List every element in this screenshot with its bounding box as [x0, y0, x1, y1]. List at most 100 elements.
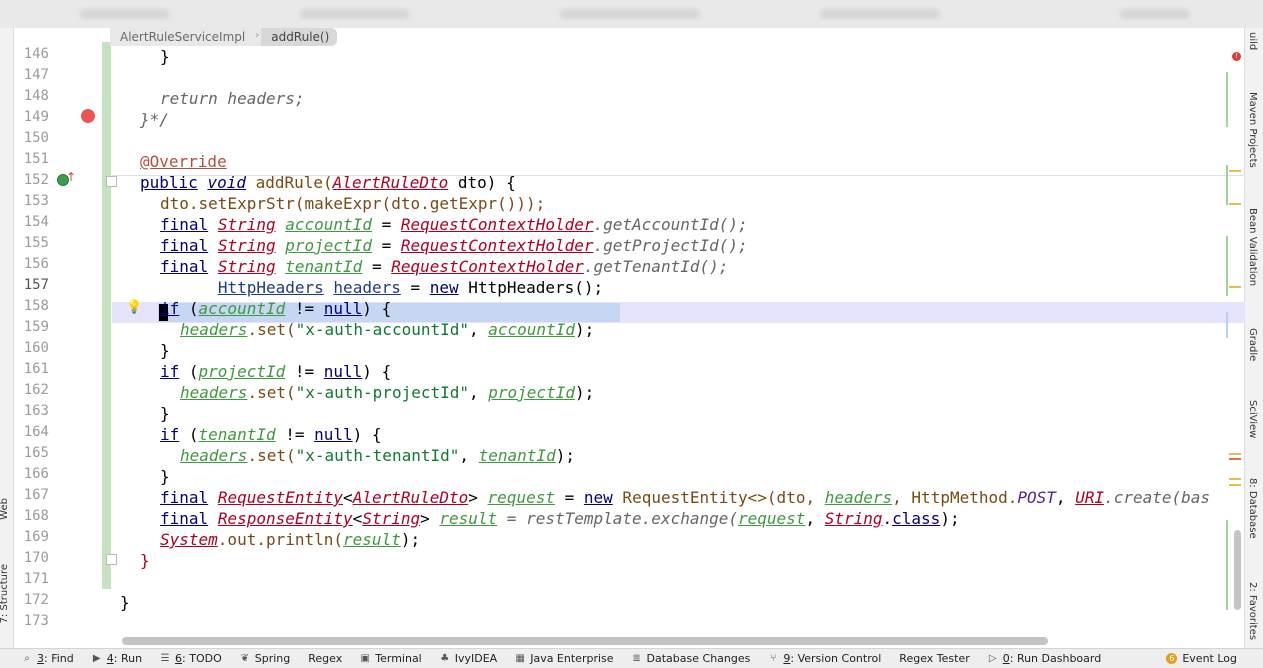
line-number: 155 — [23, 235, 49, 251]
tool-database-changes[interactable]: ≣ Database Changes — [632, 652, 750, 665]
vcs-change-marker[interactable] — [102, 42, 111, 589]
code-line-151: @Override — [140, 152, 227, 171]
tool-java-enterprise[interactable]: ▦ Java Enterprise — [515, 652, 613, 665]
change-marker — [1226, 312, 1228, 338]
vertical-scrollbar[interactable] — [1234, 530, 1241, 610]
override-arrow-icon: ↑ — [66, 170, 77, 184]
tool-ivyidea[interactable]: ♣ IvyIDEA — [440, 652, 497, 665]
line-number: 157 — [23, 277, 49, 293]
tool-gradle[interactable]: Gradle — [1247, 328, 1258, 361]
ivy-icon: ♣ — [440, 652, 450, 664]
tool-run[interactable]: ▶ 4: Run — [92, 652, 142, 665]
line-number: 156 — [23, 256, 49, 272]
code-line-163: } — [160, 404, 170, 423]
tool-regex[interactable]: Regex — [308, 652, 342, 665]
line-number: 162 — [23, 382, 49, 398]
warning-stripe[interactable] — [1229, 484, 1241, 486]
warning-stripe[interactable] — [1229, 286, 1241, 288]
change-marker — [1226, 520, 1228, 610]
line-number: 148 — [23, 88, 49, 104]
tool-terminal[interactable]: ▣ Terminal — [360, 652, 422, 665]
spring-leaf-icon: ❦ — [240, 652, 249, 664]
error-indicator-icon[interactable]: ! — [1232, 52, 1241, 61]
warning-stripe[interactable] — [1229, 478, 1241, 480]
tool-run-dashboard[interactable]: ▷ 0: Run Dashboard — [988, 652, 1101, 665]
line-number: 161 — [23, 361, 49, 377]
todo-icon: ☰ — [160, 652, 170, 664]
warning-stripe[interactable] — [1229, 453, 1241, 455]
code-line-146: } — [160, 47, 170, 66]
line-number: 154 — [23, 214, 49, 230]
code-line-159: headers.set("x-auth-accountId", accountI… — [180, 320, 595, 339]
code-line-161: if (projectId != null) { — [160, 362, 392, 381]
tool-todo[interactable]: ☰ 6: TODO — [160, 652, 222, 665]
tool-sciview[interactable]: SciView — [1247, 400, 1258, 438]
line-number: 147 — [23, 67, 49, 83]
code-line-167: final RequestEntity<AlertRuleDto> reques… — [160, 488, 1211, 507]
run-icon: ▶ — [92, 652, 101, 664]
line-number: 149 — [23, 109, 49, 125]
breadcrumb-method[interactable]: addRule() — [261, 28, 338, 46]
line-number: 159 — [23, 319, 49, 335]
change-marker — [1226, 72, 1228, 127]
code-line-148: return headers; — [160, 89, 305, 108]
line-number: 163 — [23, 403, 49, 419]
line-number: 168 — [23, 508, 49, 524]
right-tool-strip: uild Maven Projects Bean Validation Grad… — [1244, 28, 1263, 648]
tool-bean-validation[interactable]: Bean Validation — [1247, 208, 1258, 286]
line-number: 153 — [23, 193, 49, 209]
search-icon: ⌕ — [24, 652, 30, 664]
line-number: 169 — [23, 529, 49, 545]
code-line-156: final String tenantId = RequestContextHo… — [160, 257, 729, 276]
breadcrumb: AlertRuleServiceImpl › addRule() — [110, 28, 338, 46]
tool-favorites[interactable]: 2: Favorites — [1247, 582, 1258, 640]
code-line-158: if (accountId != null) { — [160, 299, 392, 318]
horizontal-scrollbar[interactable] — [122, 637, 1048, 645]
breadcrumb-class[interactable]: AlertRuleServiceImpl — [110, 28, 254, 46]
code-line-152: public void addRule(AlertRuleDto dto) { — [140, 173, 516, 192]
line-number: 172 — [23, 592, 49, 608]
left-tool-strip: Web 7: Structure — [0, 28, 14, 648]
code-line-170: } — [140, 551, 150, 570]
tool-web[interactable]: Web — [0, 498, 10, 520]
error-stripe[interactable] — [1229, 458, 1241, 460]
code-line-154: final String accountId = RequestContextH… — [160, 215, 748, 234]
line-number: 151 — [23, 151, 49, 167]
tool-regex-tester[interactable]: Regex Tester — [899, 652, 969, 665]
line-number: 152 — [23, 172, 49, 188]
change-marker — [1226, 236, 1228, 296]
code-line-149: }*/ — [140, 110, 169, 129]
warning-stripe[interactable] — [1229, 203, 1241, 205]
database-icon: ≣ — [632, 652, 641, 664]
vcs-branch-icon: ⑂ — [770, 652, 777, 664]
code-line-172: } — [120, 593, 130, 612]
intention-bulb-icon[interactable]: 💡 — [126, 300, 142, 315]
line-number: 166 — [23, 466, 49, 482]
terminal-icon: ▣ — [360, 652, 370, 664]
line-number: 165 — [23, 445, 49, 461]
line-number: 173 — [23, 613, 49, 629]
warning-stripe[interactable] — [1229, 170, 1241, 172]
code-line-160: } — [160, 341, 170, 360]
code-editor[interactable]: 💡 } return headers; }*/ @Override public… — [112, 28, 1245, 638]
tool-maven-projects[interactable]: Maven Projects — [1247, 92, 1258, 168]
code-line-162: headers.set("x-auth-projectId", projectI… — [180, 383, 595, 402]
line-number: 171 — [23, 571, 49, 587]
tool-spring[interactable]: ❦ Spring — [240, 652, 291, 665]
tool-build[interactable]: uild — [1247, 32, 1258, 50]
line-number: 160 — [23, 340, 49, 356]
tool-find[interactable]: ⌕ 3: Find — [22, 652, 74, 665]
tool-version-control[interactable]: ⑂ 9: Version Control — [768, 652, 881, 665]
java-enterprise-icon: ▦ — [515, 652, 525, 664]
code-line-153: dto.setExprStr(makeExpr(dto.getExpr())); — [160, 194, 546, 213]
code-line-164: if (tenantId != null) { — [160, 425, 382, 444]
editor-tab-bar — [0, 0, 1263, 28]
tool-event-log[interactable]: 6 Event Log — [1166, 652, 1237, 665]
line-number: 150 — [23, 130, 49, 146]
breakpoint-icon[interactable] — [81, 109, 95, 123]
tool-database[interactable]: 8: Database — [1247, 478, 1258, 539]
code-line-155: final String projectId = RequestContextH… — [160, 236, 748, 255]
breadcrumb-separator-icon: › — [253, 28, 262, 46]
tool-window-bar: ⌕ 3: Find ▶ 4: Run ☰ 6: TODO ❦ Spring Regex … — [0, 648, 1263, 668]
tool-structure[interactable]: 7: Structure — [0, 564, 10, 623]
